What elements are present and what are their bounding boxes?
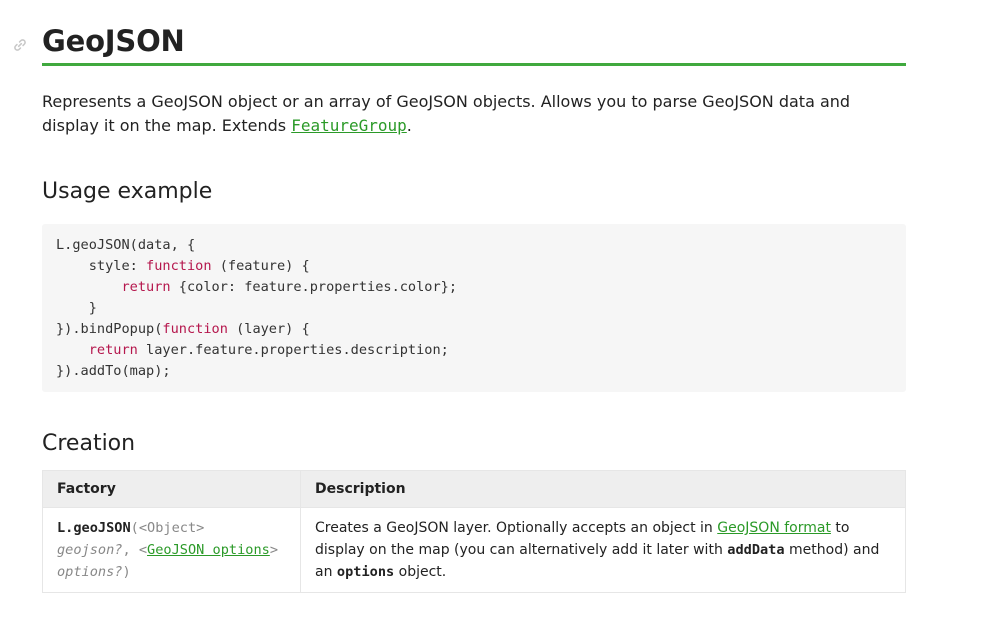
paren-open: ( bbox=[130, 520, 139, 536]
intro-text: Represents a GeoJSON object or an array … bbox=[42, 92, 851, 135]
description-cell: Creates a GeoJSON layer. Optionally acce… bbox=[300, 507, 906, 593]
factory-cell: L.geoJSON(<Object> geojson?, <GeoJSON opt… bbox=[42, 507, 301, 593]
page-title: GeoJSON bbox=[42, 24, 185, 58]
description-column-header: Description bbox=[300, 470, 906, 508]
description-text: object. bbox=[394, 564, 447, 580]
intro-text-end: . bbox=[406, 116, 412, 135]
adddata-code: addData bbox=[727, 542, 785, 558]
heading-container: GeoJSON bbox=[14, 22, 906, 66]
code-line: } bbox=[56, 300, 97, 316]
code-line: }).bindPopup( bbox=[56, 321, 163, 337]
code-line: L.geoJSON(data, { bbox=[56, 237, 196, 253]
code-line: (feature) { bbox=[211, 258, 310, 274]
param-options: options? bbox=[57, 564, 123, 580]
param-separator: , bbox=[122, 542, 139, 558]
intro-paragraph: Represents a GeoJSON object or an array … bbox=[42, 90, 906, 138]
geojson-options-link[interactable]: GeoJSON options bbox=[147, 542, 270, 558]
paren-close: ) bbox=[122, 564, 131, 580]
param-type-object: <Object> bbox=[138, 520, 205, 536]
creation-heading: Creation bbox=[42, 431, 136, 456]
code-keyword: function bbox=[162, 321, 228, 337]
factory-column-header: Factory bbox=[42, 470, 301, 508]
usage-example-heading: Usage example bbox=[42, 179, 213, 204]
type-bracket-close: > bbox=[269, 542, 278, 558]
table-header-row: Factory Description bbox=[42, 470, 906, 508]
type-bracket-open: < bbox=[138, 542, 148, 558]
geojson-format-link[interactable]: GeoJSON format bbox=[717, 520, 831, 536]
code-line: }).addTo(map); bbox=[56, 363, 171, 379]
link-anchor-icon[interactable] bbox=[13, 37, 27, 51]
code-line: {color: feature.properties.color}; bbox=[170, 279, 458, 295]
usage-code-block: L.geoJSON(data, { style: function (featu… bbox=[42, 224, 906, 392]
documentation-section: GeoJSON Represents a GeoJSON object or a… bbox=[14, 22, 906, 593]
factory-function-name: L.geoJSON bbox=[57, 520, 131, 536]
code-keyword: return bbox=[88, 342, 138, 358]
creation-table: Factory Description L.geoJSON(<Object> ge… bbox=[42, 470, 906, 593]
table-row: L.geoJSON(<Object> geojson?, <GeoJSON opt… bbox=[42, 507, 906, 593]
param-geojson: geojson? bbox=[57, 542, 123, 558]
options-code: options bbox=[336, 564, 395, 580]
code-line: style: bbox=[56, 258, 147, 274]
featuregroup-link[interactable]: FeatureGroup bbox=[291, 116, 407, 135]
code-line: layer.feature.properties.description; bbox=[137, 342, 449, 358]
code-keyword: return bbox=[121, 279, 171, 295]
code-keyword: function bbox=[146, 258, 212, 274]
description-text: Creates a GeoJSON layer. Optionally acce… bbox=[315, 520, 718, 536]
code-line: (layer) { bbox=[227, 321, 310, 337]
